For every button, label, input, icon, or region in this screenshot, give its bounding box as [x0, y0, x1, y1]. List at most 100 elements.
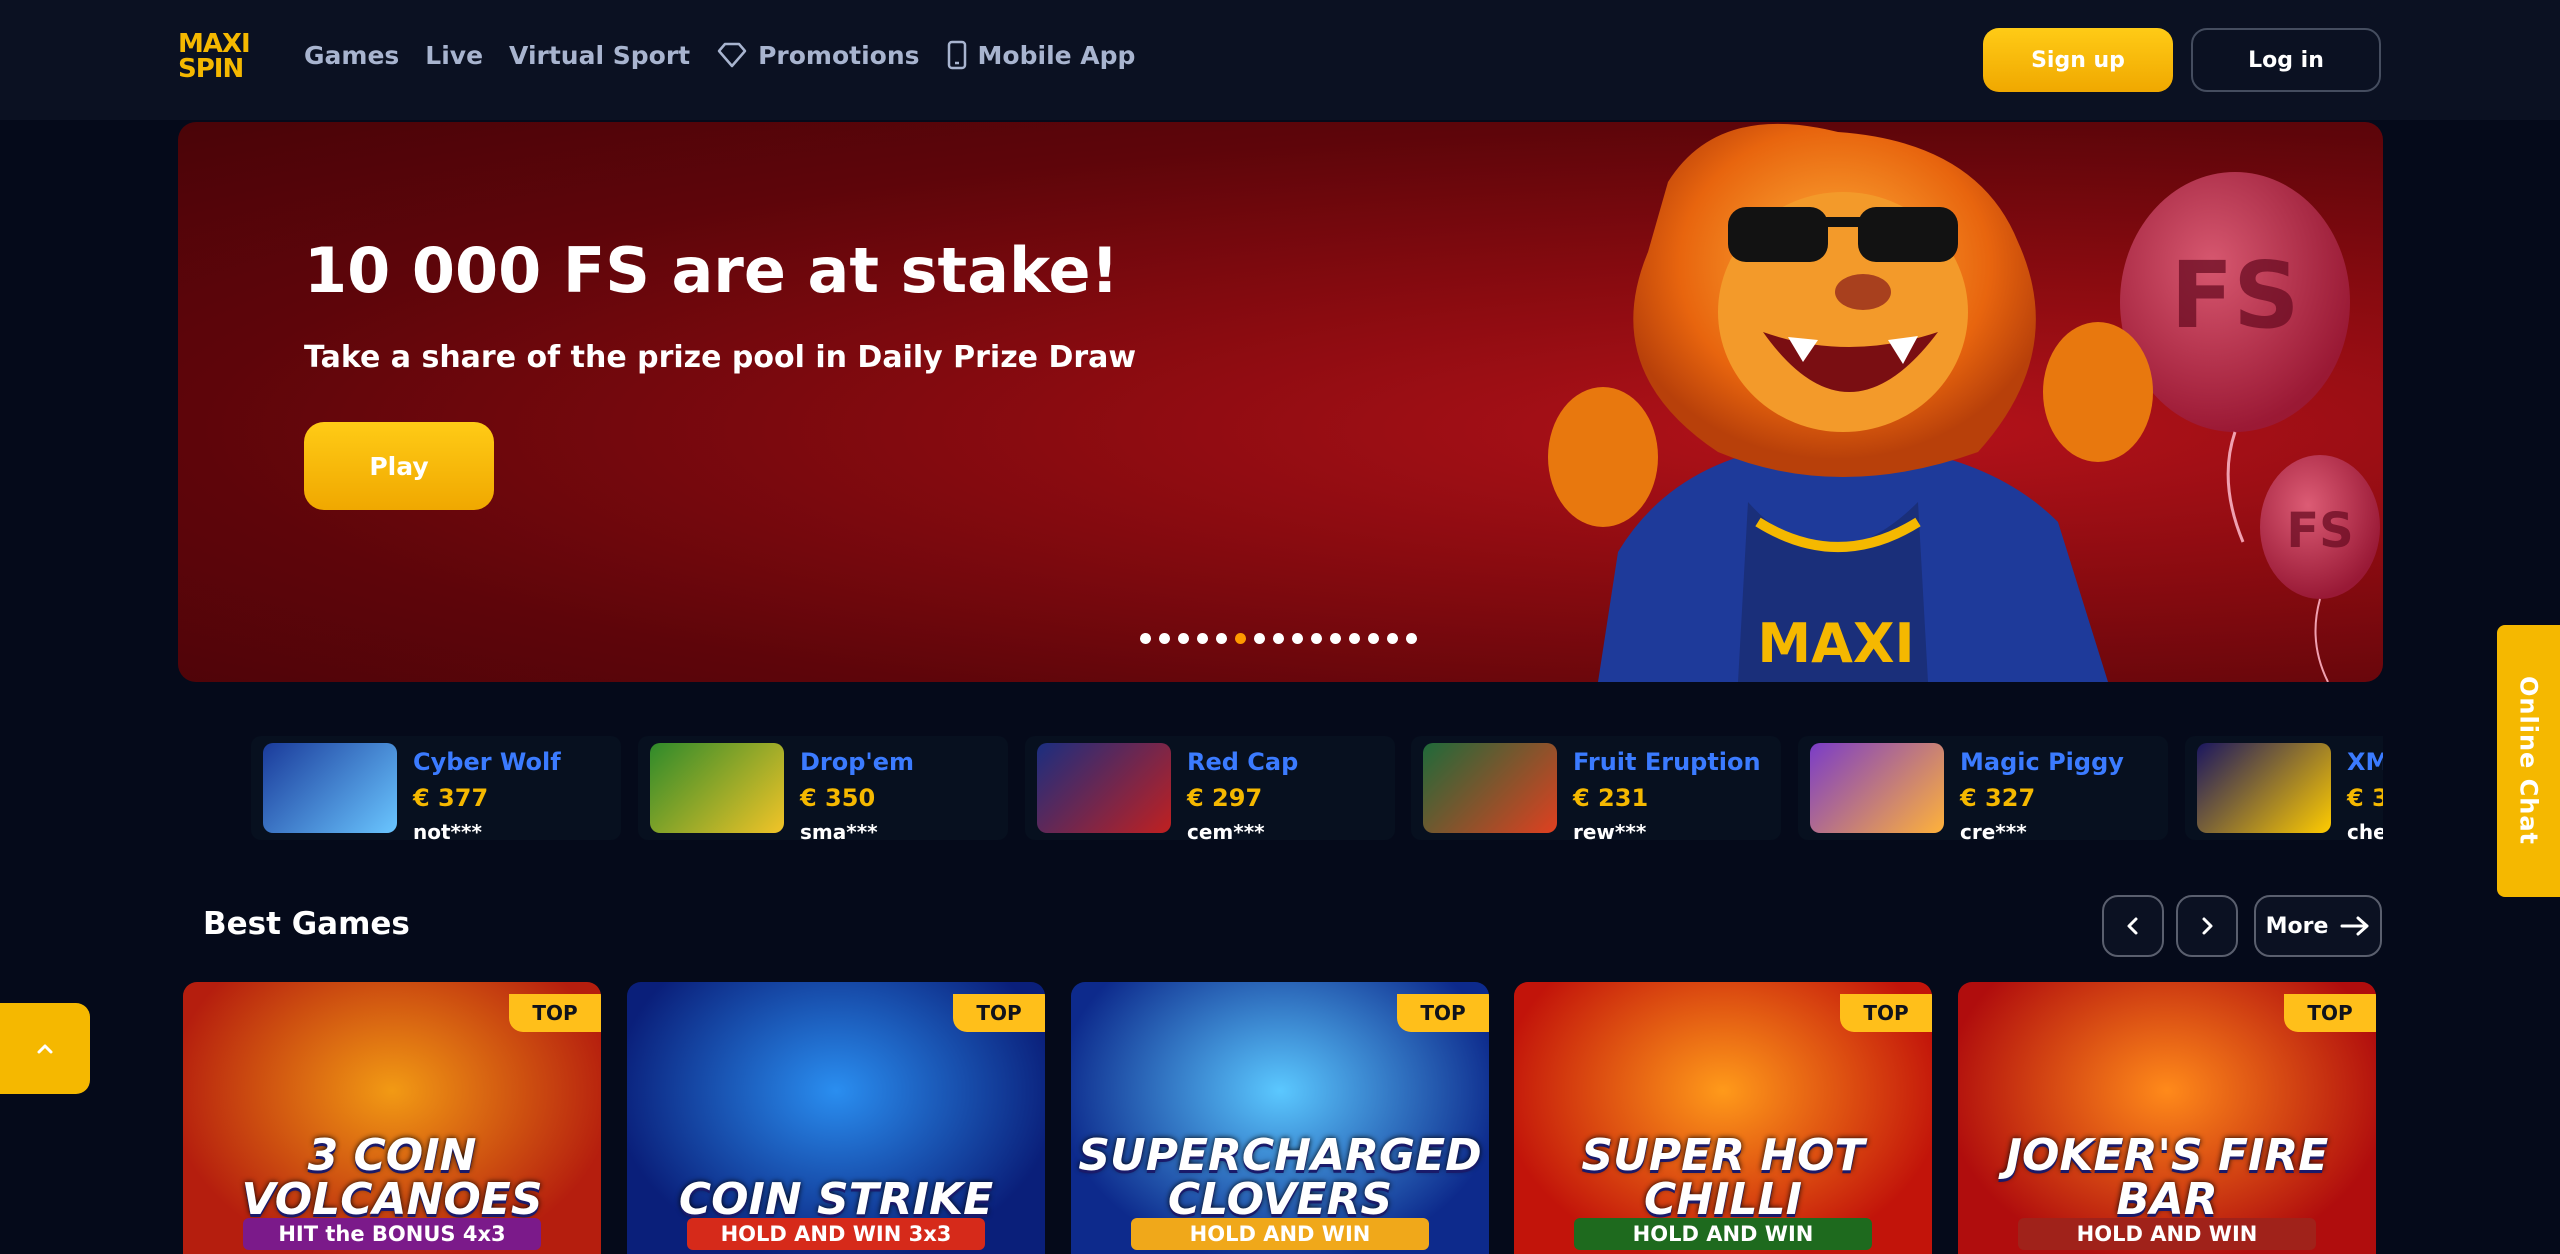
slider-dot[interactable]: [1292, 633, 1303, 644]
scroll-to-top-button[interactable]: [0, 1003, 90, 1094]
hero-play-button[interactable]: Play: [304, 422, 494, 510]
hero-title: 10 000 FS are at stake!: [304, 234, 1119, 307]
winner-game-name[interactable]: Cyber Wolf: [413, 748, 561, 776]
nav-promotions[interactable]: Promotions: [716, 40, 920, 70]
top-badge: TOP: [509, 994, 601, 1032]
winner-username: not***: [413, 820, 482, 844]
slider-dot[interactable]: [1178, 633, 1189, 644]
slider-dot[interactable]: [1368, 633, 1379, 644]
prev-arrow-button[interactable]: [2102, 895, 2164, 957]
nav-virtual-sport-label: Virtual Sport: [509, 40, 691, 70]
slider-dot[interactable]: [1159, 633, 1170, 644]
game-card[interactable]: TOP 3 COIN VOLCANOES HIT the BONUS 4x3: [183, 982, 601, 1254]
game-card[interactable]: TOP SUPER HOT CHILLI HOLD AND WIN: [1514, 982, 1932, 1254]
game-card[interactable]: TOP COIN STRIKE HOLD AND WIN 3x3: [627, 982, 1045, 1254]
nav-virtual-sport[interactable]: Virtual Sport: [509, 41, 690, 70]
winner-game-name[interactable]: Fruit Eruption: [1573, 748, 1761, 776]
top-badge: TOP: [1397, 994, 1489, 1032]
top-header: MAXI SPIN Games Live Virtual Sport Promo…: [0, 0, 2560, 120]
winner-card[interactable]: Drop'em € 350 sma***: [638, 736, 1008, 844]
more-games-button[interactable]: More: [2254, 895, 2382, 957]
game-title: 3 COIN VOLCANOES: [241, 1130, 543, 1225]
diamond-icon: [717, 42, 747, 68]
game-card[interactable]: TOP JOKER'S FIRE BAR HOLD AND WIN: [1958, 982, 2376, 1254]
slider-dot[interactable]: [1387, 633, 1398, 644]
slider-dots: [1140, 633, 1417, 644]
winner-game-thumbnail: [1037, 743, 1171, 833]
nav-games[interactable]: Games: [304, 41, 399, 70]
winner-card[interactable]: Red Cap € 297 cem***: [1025, 736, 1395, 844]
slider-dot[interactable]: [1216, 633, 1227, 644]
winner-username: cem***: [1187, 820, 1265, 844]
winner-card[interactable]: Fruit Eruption € 231 rew***: [1411, 736, 1781, 844]
svg-text:FS: FS: [2286, 503, 2353, 559]
winner-amount: € 3: [2347, 784, 2383, 812]
winner-card[interactable]: XMatch € 3 che: [2185, 736, 2383, 844]
online-chat-button[interactable]: Online Chat: [2497, 625, 2560, 897]
game-title: JOKER'S FIRE BAR: [2005, 1130, 2329, 1225]
winner-game-name[interactable]: XMatch: [2347, 748, 2383, 776]
nav-live-label: Live: [425, 40, 484, 70]
winner-card[interactable]: Magic Piggy € 327 cre***: [1798, 736, 2168, 844]
game-card[interactable]: TOP SUPERCHARGED CLOVERS HOLD AND WIN: [1071, 982, 1489, 1254]
slider-dot[interactable]: [1254, 633, 1265, 644]
winner-username: rew***: [1573, 820, 1647, 844]
game-title: SUPERCHARGED CLOVERS: [1078, 1130, 1482, 1225]
slider-dot[interactable]: [1235, 633, 1246, 644]
nav-promotions-label: Promotions: [758, 40, 920, 70]
recent-winners-ticker: Cyber Wolf € 377 not*** Drop'em € 350 sma*** R…: [178, 728, 2383, 850]
hero-subtitle: Take a share of the prize pool in Daily …: [304, 340, 1137, 375]
best-games-title: Best Games: [203, 906, 410, 942]
top-badge: TOP: [953, 994, 1045, 1032]
online-chat-label: Online Chat: [2514, 676, 2543, 846]
slider-dot[interactable]: [1406, 633, 1417, 644]
top-badge: TOP: [1840, 994, 1932, 1032]
maxispin-logo[interactable]: MAXI SPIN: [178, 31, 256, 86]
phone-icon: [947, 40, 966, 70]
slider-dot[interactable]: [1349, 633, 1360, 644]
login-button[interactable]: Log in: [2191, 28, 2381, 92]
winner-amount: € 350: [800, 784, 876, 812]
nav-live[interactable]: Live: [425, 41, 483, 70]
game-subtitle: HOLD AND WIN: [1131, 1218, 1429, 1250]
winner-game-thumbnail: [1423, 743, 1557, 833]
next-arrow-button[interactable]: [2176, 895, 2238, 957]
nav-mobile-app[interactable]: Mobile App: [946, 40, 1136, 70]
game-subtitle: HIT the BONUS 4x3: [243, 1218, 541, 1250]
hero-banner[interactable]: 10 000 FS are at stake! Take a share of …: [178, 122, 2383, 682]
slider-dot[interactable]: [1311, 633, 1322, 644]
game-title: SUPER HOT CHILLI: [1581, 1130, 1865, 1225]
nav-games-label: Games: [304, 40, 400, 70]
winner-game-thumbnail: [1810, 743, 1944, 833]
main-nav: Games Live Virtual Sport Promotions Mobi…: [304, 40, 1135, 70]
winner-card[interactable]: Cyber Wolf € 377 not***: [251, 736, 621, 844]
chevron-up-icon: [37, 1044, 53, 1053]
chevron-right-icon: [2202, 917, 2213, 935]
svg-text:FS: FS: [2170, 242, 2299, 349]
game-subtitle: HOLD AND WIN 3x3: [687, 1218, 985, 1250]
winner-amount: € 297: [1187, 784, 1263, 812]
slider-dot[interactable]: [1197, 633, 1208, 644]
winner-amount: € 231: [1573, 784, 1649, 812]
slider-dot[interactable]: [1330, 633, 1341, 644]
winner-username: che: [2347, 820, 2383, 844]
winner-game-name[interactable]: Magic Piggy: [1960, 748, 2124, 776]
winner-username: sma***: [800, 820, 878, 844]
signup-button[interactable]: Sign up: [1983, 28, 2173, 92]
nav-mobile-app-label: Mobile App: [977, 40, 1136, 70]
slider-dot[interactable]: [1140, 633, 1151, 644]
game-subtitle: HOLD AND WIN: [2018, 1218, 2316, 1250]
winner-game-thumbnail: [650, 743, 784, 833]
winner-game-name[interactable]: Drop'em: [800, 748, 914, 776]
top-badge: TOP: [2284, 994, 2376, 1032]
winner-game-thumbnail: [2197, 743, 2331, 833]
game-subtitle: HOLD AND WIN: [1574, 1218, 1872, 1250]
arrow-right-icon: [2340, 916, 2369, 936]
chevron-left-icon: [2127, 917, 2138, 935]
svg-text:MAXI: MAXI: [1757, 612, 1914, 675]
winner-game-name[interactable]: Red Cap: [1187, 748, 1298, 776]
logo-line-2: SPIN: [178, 54, 244, 84]
winner-game-thumbnail: [263, 743, 397, 833]
slider-dot[interactable]: [1273, 633, 1284, 644]
lion-mascot-illustration: FS FS MAXI: [1548, 123, 2380, 682]
